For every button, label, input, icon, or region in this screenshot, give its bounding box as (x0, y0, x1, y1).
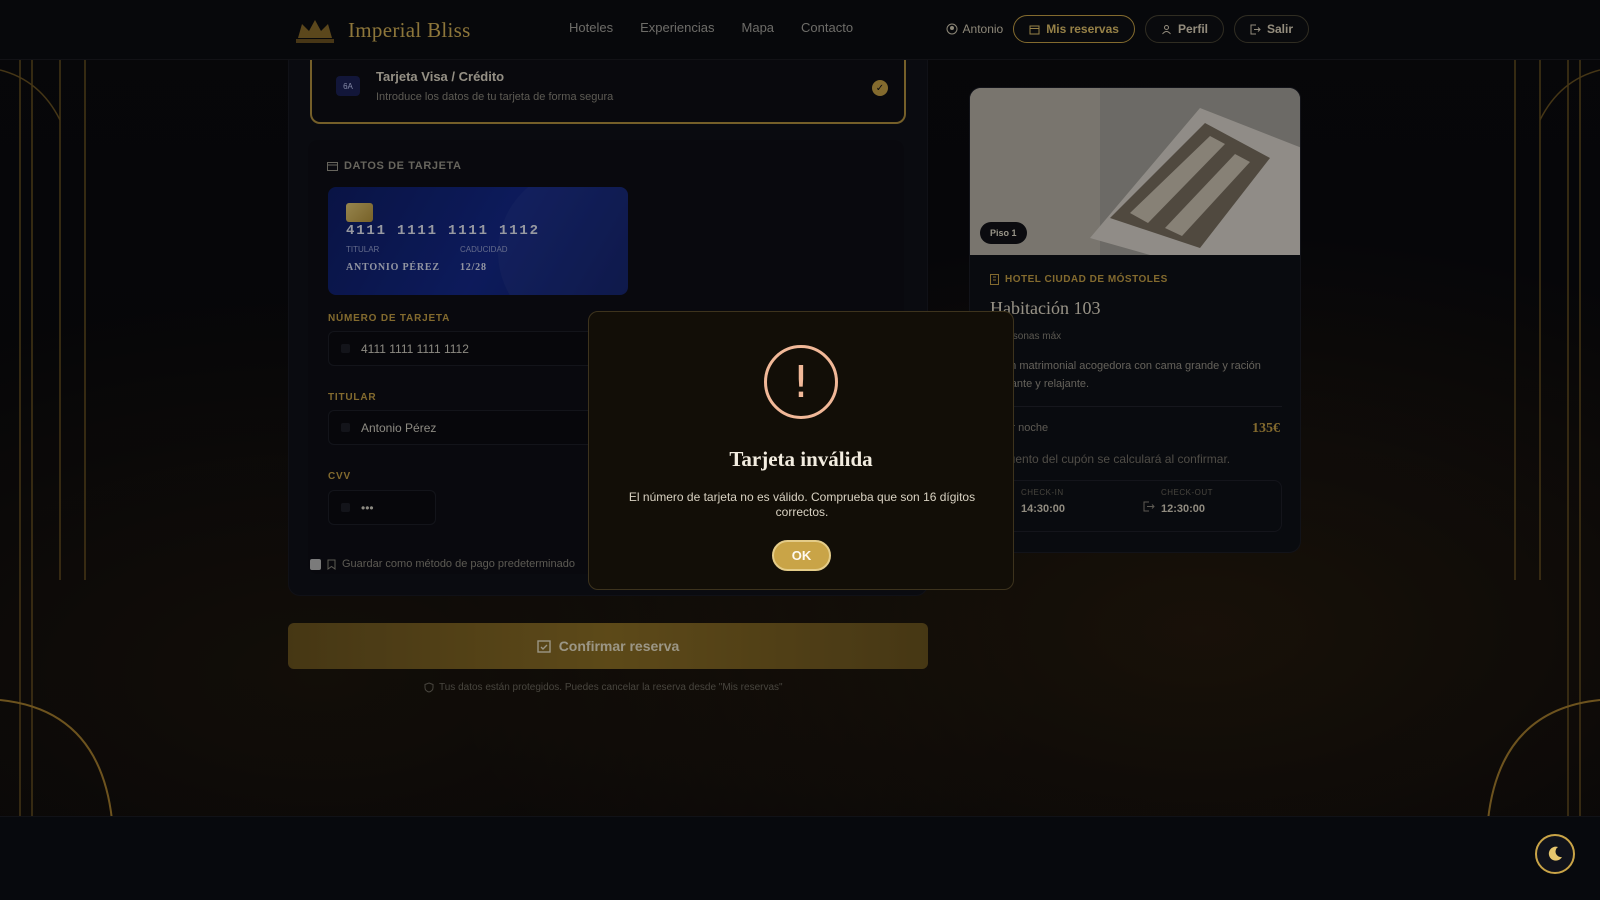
dialog-title: Tarjeta inválida (729, 447, 873, 471)
warning-icon: ! (764, 345, 838, 419)
theme-toggle-button[interactable] (1535, 834, 1575, 874)
ok-button[interactable]: OK (772, 540, 831, 571)
error-dialog: ! Tarjeta inválida El número de tarjeta … (588, 311, 1014, 590)
moon-icon (1548, 846, 1562, 861)
dialog-message: El número de tarjeta no es válido. Compr… (628, 490, 976, 519)
